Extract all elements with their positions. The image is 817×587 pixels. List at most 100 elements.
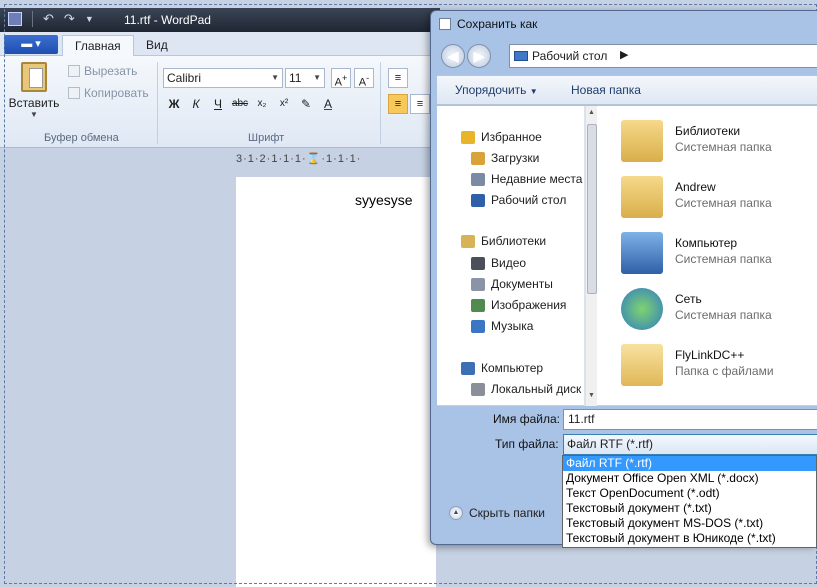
document-page[interactable] <box>236 177 436 587</box>
tree-scrollbar[interactable]: ▲ ▼ <box>585 106 597 406</box>
tab-home[interactable]: Главная <box>62 35 134 57</box>
file-type-description: Системная папка <box>675 196 772 210</box>
copy-button[interactable]: Копировать <box>68 86 149 100</box>
recent-icon <box>471 172 485 186</box>
file-list-item[interactable]: Andrew Системная папка <box>613 174 817 226</box>
nav-tree-item[interactable]: Библиотеки <box>461 234 546 248</box>
nav-tree-item[interactable]: Видео <box>471 256 526 270</box>
file-type-select[interactable]: Файл RTF (*.rtf) <box>563 434 817 455</box>
clipboard-icon <box>21 62 47 92</box>
file-type-option[interactable]: Документ Office Open XML (*.docx) <box>563 471 816 486</box>
file-type-option[interactable]: Текстовый документ в Юникоде (*.txt) <box>563 531 816 546</box>
user-folder-icon <box>621 176 663 218</box>
scrollbar-thumb[interactable] <box>587 124 597 294</box>
desktop-icon <box>514 51 528 61</box>
scroll-up-icon[interactable]: ▲ <box>588 109 595 116</box>
font-size-combo[interactable]: 11 ▼ <box>285 68 325 88</box>
hide-folders-label: Скрыть папки <box>469 506 545 520</box>
subscript-button[interactable]: x₂ <box>252 94 272 114</box>
music-icon <box>471 319 485 333</box>
new-folder-button[interactable]: Новая папка <box>571 83 641 97</box>
ribbon: Вставить ▼ Вырезать Копировать Буфер обм… <box>0 56 440 148</box>
nav-tree-item[interactable]: Локальный диск <box>471 382 581 396</box>
nav-tree-label: Музыка <box>491 319 534 333</box>
chevron-up-icon: ▲ <box>449 506 463 520</box>
dialog-title: Сохранить как <box>457 17 538 31</box>
nav-tree-item[interactable]: Загрузки <box>471 151 539 165</box>
address-text: Рабочий стол <box>532 49 608 63</box>
align-center-icon[interactable]: ≡ <box>410 94 430 114</box>
nav-tree-item[interactable]: Музыка <box>471 319 533 333</box>
file-list-item[interactable]: Библиотеки Системная папка <box>613 118 817 170</box>
font-color-icon[interactable]: A <box>318 94 338 114</box>
italic-button[interactable]: К <box>186 94 206 114</box>
cut-label: Вырезать <box>84 64 138 78</box>
align-left-icon[interactable]: ≡ <box>388 94 408 114</box>
paste-dropdown-icon[interactable]: ▼ <box>8 110 60 119</box>
highlight-icon[interactable]: ✎ <box>296 94 316 114</box>
undo-icon[interactable]: ↶ <box>43 11 54 27</box>
nav-tree-label: Недавние места <box>491 172 583 186</box>
dialog-titlebar[interactable]: Сохранить как <box>431 11 817 37</box>
file-name-input[interactable]: 11.rtf <box>563 409 817 430</box>
paste-button[interactable]: Вставить ▼ <box>8 62 60 124</box>
font-family-combo[interactable]: Calibri ▼ <box>163 68 283 88</box>
folder-icon <box>621 344 663 386</box>
nav-tree-item[interactable]: Избранное <box>461 130 542 144</box>
dialog-icon <box>439 18 451 30</box>
ruler[interactable]: 3·1·2·1·1·1·⌛·1·1·1· <box>236 152 436 168</box>
scissors-icon <box>68 65 80 77</box>
app-menu-button[interactable]: ▬ ▾ <box>4 35 58 54</box>
breadcrumb-chevron-icon[interactable]: ▶ <box>620 48 628 61</box>
nav-tree-label: Рабочий стол <box>491 193 567 207</box>
file-name: Компьютер <box>675 236 738 250</box>
file-type-option[interactable]: Текстовый документ (*.txt) <box>563 501 816 516</box>
file-type-description: Системная папка <box>675 140 772 154</box>
group-separator <box>380 62 381 144</box>
nav-tree-label: Видео <box>491 256 527 270</box>
font-family-value: Calibri <box>167 71 202 85</box>
back-button[interactable]: ◀ <box>441 44 465 68</box>
hide-folders-button[interactable]: ▲ Скрыть папки <box>449 506 545 520</box>
file-list-item[interactable]: Сеть Системная папка <box>613 286 817 338</box>
nav-tree-item[interactable]: Рабочий стол <box>471 193 566 207</box>
shrink-font-button[interactable]: A- <box>354 68 374 89</box>
nav-tree-label: Библиотеки <box>481 234 547 248</box>
address-row: ◀ ▶ Рабочий стол ▶ <box>437 41 817 69</box>
cut-button[interactable]: Вырезать <box>68 64 137 78</box>
document-text[interactable]: syyesyse <box>355 192 413 208</box>
file-type-option[interactable]: Текстовый документ MS-DOS (*.txt) <box>563 516 816 531</box>
save-icon[interactable] <box>8 12 22 26</box>
nav-tree-item[interactable]: Недавние места <box>471 172 582 186</box>
paste-label: Вставить <box>8 96 60 110</box>
nav-tree-label: Компьютер <box>481 361 544 375</box>
file-type-option[interactable]: Текст OpenDocument (*.odt) <box>563 486 816 501</box>
file-type-option[interactable]: Файл RTF (*.rtf) <box>563 456 816 471</box>
quick-access-toolbar: ↶ ↷ ▼ <box>8 11 94 27</box>
forward-button[interactable]: ▶ <box>467 44 491 68</box>
list-icon[interactable]: ≡ <box>388 68 408 88</box>
file-list-item[interactable]: Компьютер Системная папка <box>613 230 817 282</box>
redo-icon[interactable]: ↷ <box>64 11 75 27</box>
file-list-item[interactable]: FlyLinkDC++ Папка с файлами <box>613 342 817 394</box>
bold-button[interactable]: Ж <box>164 94 184 114</box>
copy-label: Копировать <box>84 86 149 100</box>
strikethrough-button[interactable]: abc <box>230 94 250 114</box>
nav-tree-item[interactable]: Изображения <box>471 298 566 312</box>
tab-view[interactable]: Вид <box>134 35 180 57</box>
qat-dropdown-icon[interactable]: ▼ <box>85 14 94 24</box>
underline-button[interactable]: Ч <box>208 94 228 114</box>
grow-font-button[interactable]: A+ <box>331 68 351 89</box>
nav-tree-item[interactable]: Документы <box>471 277 553 291</box>
file-name: FlyLinkDC++ <box>675 348 745 362</box>
file-type-label: Тип файла: <box>495 437 559 451</box>
organize-button[interactable]: Упорядочить ▼ <box>455 83 538 97</box>
scroll-down-icon[interactable]: ▼ <box>588 392 595 399</box>
font-group-label: Шрифт <box>248 132 285 144</box>
file-name: Сеть <box>675 292 702 306</box>
nav-tree-item[interactable]: Компьютер <box>461 361 543 375</box>
address-bar[interactable]: Рабочий стол ▶ <box>509 44 817 68</box>
file-type-dropdown[interactable]: Файл RTF (*.rtf) Документ Office Open XML… <box>562 455 817 548</box>
superscript-button[interactable]: x² <box>274 94 294 114</box>
qat-separator <box>32 11 33 27</box>
